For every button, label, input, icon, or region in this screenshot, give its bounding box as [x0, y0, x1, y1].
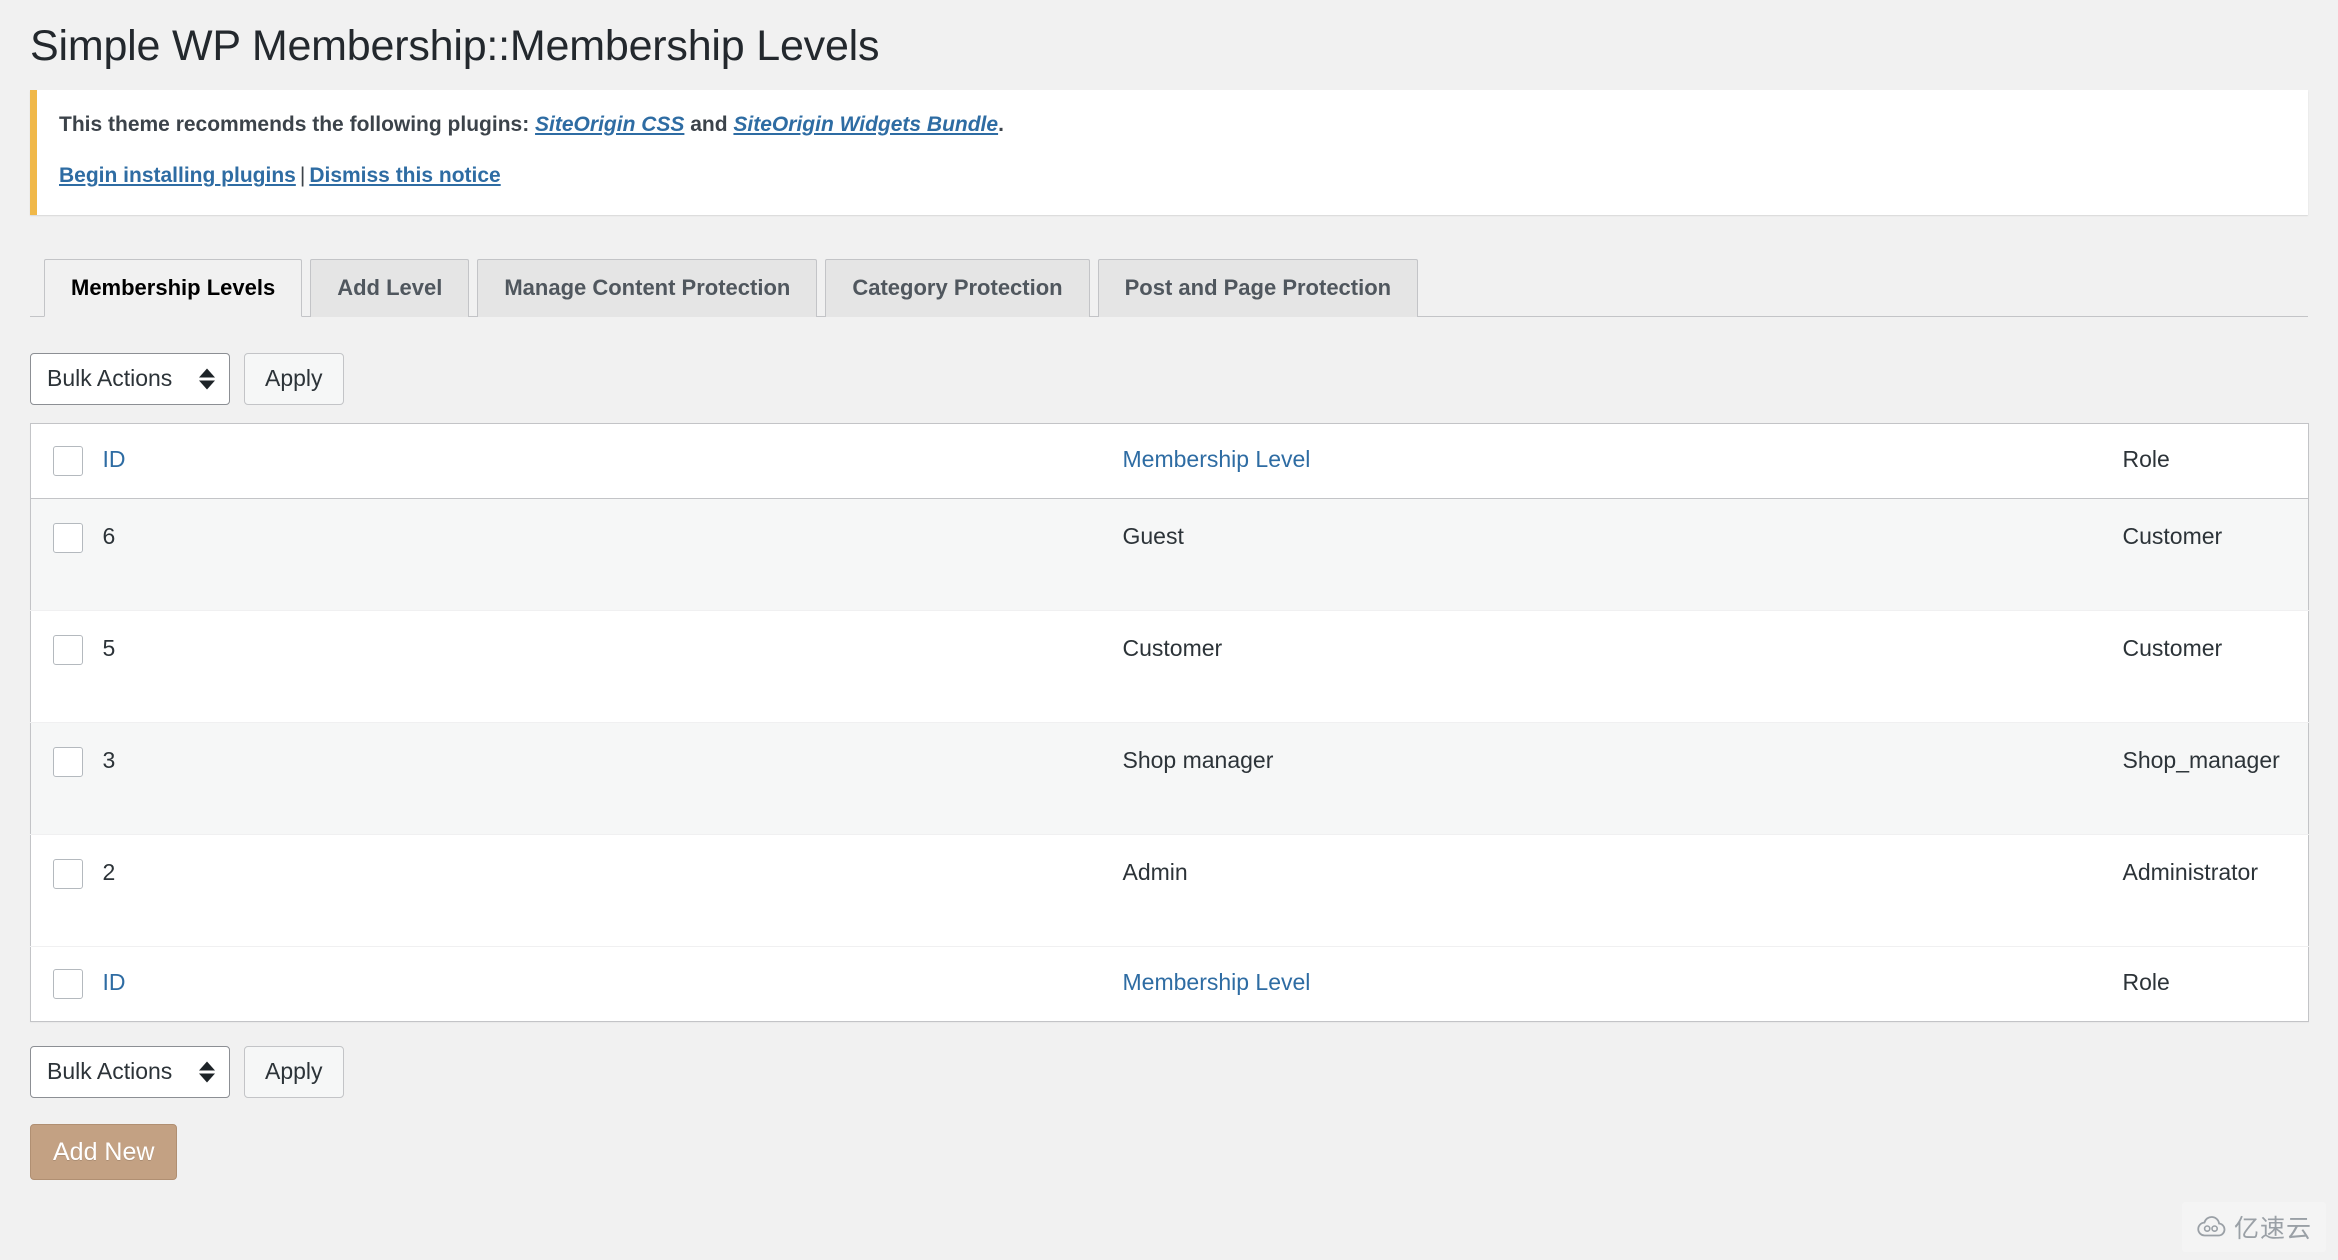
- table-header-row: ID Membership Level Role: [30, 423, 2309, 499]
- tab-add-level[interactable]: Add Level: [310, 258, 470, 317]
- chevron-updown-icon: [199, 1061, 215, 1083]
- watermark: 亿速云: [2181, 1202, 2326, 1252]
- bulk-actions-selected-value: Bulk Actions: [47, 1058, 173, 1085]
- tab-bar: Membership Levels Add Level Manage Conte…: [30, 255, 2308, 317]
- table-head: ID Membership Level Role: [30, 423, 2309, 499]
- page-title: Simple WP Membership::Membership Levels: [30, 22, 880, 70]
- siteorigin-widgets-bundle-link[interactable]: SiteOrigin Widgets Bundle: [733, 113, 998, 136]
- column-header-id: ID: [102, 423, 1123, 499]
- notice-text-suffix: .: [998, 112, 1004, 136]
- column-footer-id-link[interactable]: ID: [103, 969, 126, 995]
- chevron-updown-icon: [199, 368, 215, 390]
- row-checkbox[interactable]: [53, 858, 83, 889]
- dismiss-this-notice-link[interactable]: Dismiss this notice: [309, 164, 500, 187]
- cell-role: Shop_manager: [2122, 722, 2309, 835]
- bulk-actions-select-bottom[interactable]: Bulk Actions: [30, 1045, 230, 1098]
- tab-manage-content-protection[interactable]: Manage Content Protection: [477, 258, 818, 317]
- tab-label: Add Level: [337, 275, 443, 301]
- tab-label: Membership Levels: [71, 274, 276, 300]
- column-footer-role-label: Role: [2122, 968, 2170, 995]
- tab-category-protection[interactable]: Category Protection: [825, 258, 1090, 317]
- column-footer-membership-level: Membership Level: [1122, 945, 2123, 1022]
- table-row: 2 Admin Administrator: [30, 834, 2309, 947]
- cell-id: 3: [102, 722, 1123, 835]
- cell-role: Administrator: [2122, 834, 2309, 947]
- notice-text-mid: and: [684, 112, 734, 136]
- cloud-icon: [2196, 1216, 2226, 1238]
- cell-membership-level: Guest: [1122, 498, 2123, 611]
- cell-id: 5: [102, 610, 1123, 723]
- tab-membership-levels[interactable]: Membership Levels: [44, 258, 303, 317]
- table-row: 6 Guest Customer: [30, 498, 2309, 611]
- membership-levels-table: ID Membership Level Role 6 Guest Custome…: [30, 422, 2309, 1022]
- admin-page: Simple WP Membership::Membership Levels …: [0, 0, 2338, 1260]
- select-all-header: [30, 423, 103, 499]
- siteorigin-css-link[interactable]: SiteOrigin CSS: [535, 113, 684, 136]
- notice-actions: Begin installing plugins | Dismiss this no…: [59, 159, 2290, 193]
- add-new-button[interactable]: Add New: [30, 1123, 178, 1180]
- cell-membership-level: Customer: [1122, 610, 2123, 723]
- tab-post-and-page-protection[interactable]: Post and Page Protection: [1097, 258, 1419, 317]
- notice-message: This theme recommends the following plug…: [59, 108, 2290, 142]
- cell-membership-level: Shop manager: [1122, 722, 2123, 835]
- tab-label: Post and Page Protection: [1124, 275, 1392, 301]
- table-row: 3 Shop manager Shop_manager: [30, 722, 2309, 835]
- column-footer-id: ID: [102, 945, 1123, 1022]
- table-foot: ID Membership Level Role: [30, 945, 2309, 1022]
- column-header-role: Role: [2122, 423, 2309, 499]
- tab-label: Category Protection: [852, 275, 1063, 301]
- row-checkbox[interactable]: [53, 634, 83, 665]
- notice-text-prefix: This theme recommends the following plug…: [59, 112, 536, 136]
- tablenav-top: Bulk Actions Apply: [30, 352, 2338, 405]
- column-footer-level-link[interactable]: Membership Level: [1123, 969, 1311, 995]
- row-select-cell: [30, 610, 103, 723]
- table-body: 6 Guest Customer 5 Customer Customer 3 S…: [30, 498, 2309, 947]
- cell-role: Customer: [2122, 610, 2309, 723]
- table-row: 5 Customer Customer: [30, 610, 2309, 723]
- row-checkbox[interactable]: [53, 522, 83, 553]
- apply-button-top[interactable]: Apply: [244, 352, 344, 405]
- bulk-actions-select-top[interactable]: Bulk Actions: [30, 352, 230, 405]
- table-footer-row: ID Membership Level Role: [30, 945, 2309, 1022]
- column-header-id-link[interactable]: ID: [103, 446, 126, 472]
- tab-list: Membership Levels Add Level Manage Conte…: [30, 255, 2308, 317]
- row-select-cell: [30, 498, 103, 611]
- row-select-cell: [30, 722, 103, 835]
- column-header-role-label: Role: [2122, 445, 2170, 472]
- column-footer-role: Role: [2122, 945, 2309, 1022]
- cell-role: Customer: [2122, 498, 2309, 611]
- row-checkbox[interactable]: [53, 746, 83, 777]
- select-all-checkbox-top[interactable]: [53, 445, 83, 476]
- apply-button-bottom[interactable]: Apply: [244, 1045, 344, 1098]
- cell-id: 6: [102, 498, 1123, 611]
- column-header-level-link[interactable]: Membership Level: [1123, 446, 1311, 472]
- row-select-cell: [30, 834, 103, 947]
- bulk-actions-selected-value: Bulk Actions: [47, 365, 173, 392]
- tab-label: Manage Content Protection: [504, 275, 791, 301]
- tablenav-bottom: Bulk Actions Apply: [30, 1045, 2338, 1098]
- notice-action-separator: |: [299, 164, 306, 188]
- cell-id: 2: [102, 834, 1123, 947]
- begin-installing-plugins-link[interactable]: Begin installing plugins: [59, 164, 296, 187]
- watermark-text: 亿速云: [2233, 1215, 2312, 1243]
- plugin-recommendation-notice: This theme recommends the following plug…: [30, 89, 2308, 215]
- select-all-footer: [30, 945, 103, 1022]
- column-header-membership-level: Membership Level: [1122, 423, 2123, 499]
- select-all-checkbox-bottom[interactable]: [53, 968, 83, 999]
- cell-membership-level: Admin: [1122, 834, 2123, 947]
